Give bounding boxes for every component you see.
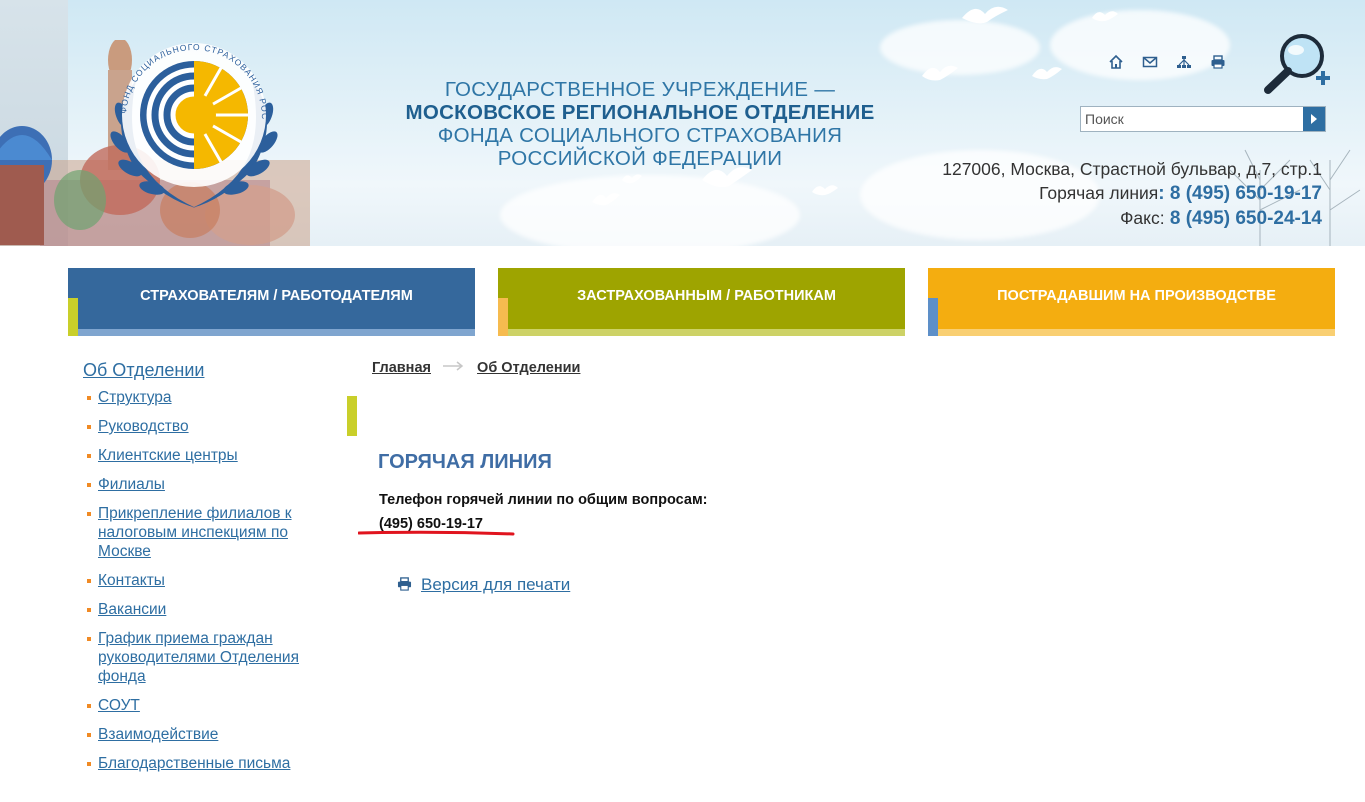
sidebar-item-thank-you-letters: Благодарственные письма <box>83 754 313 773</box>
sidebar-link[interactable]: СОУТ <box>98 697 140 714</box>
sidebar-item-cooperation: Взаимодействие <box>83 725 313 744</box>
category-underline <box>78 329 475 336</box>
hotline-info-label: Телефон горячей линии по общим вопросам: <box>379 492 708 508</box>
sidebar-item-structure: Структура <box>83 388 313 407</box>
category-injured-button[interactable]: ПОСТРАДАВШИМ НА ПРОИЗВОДСТВЕ <box>928 268 1335 336</box>
sidebar-item-tax-attachment: Прикрепление филиалов к налоговым инспек… <box>83 504 313 561</box>
sidebar-link[interactable]: Руководство <box>98 418 189 435</box>
sidebar-nav: Об Отделении Структура Руководство Клиен… <box>83 358 313 783</box>
printer-icon <box>397 577 412 591</box>
hotline-row: Горячая линия: 8 (495) 650-19-17 <box>942 181 1322 206</box>
category-accent <box>928 298 938 336</box>
arrow-right-icon <box>443 361 464 371</box>
search-form <box>1080 106 1326 132</box>
print-version-label: Версия для печати <box>421 575 571 594</box>
fax-phone: 8 (495) 650-24-14 <box>1164 208 1322 229</box>
fax-row: Факс: 8 (495) 650-24-14 <box>942 206 1322 231</box>
search-input[interactable] <box>1081 107 1301 131</box>
dove-icon <box>1032 67 1062 80</box>
dove-icon <box>622 174 642 184</box>
category-insured-button[interactable]: ЗАСТРАХОВАННЫМ / РАБОТНИКАМ <box>498 268 905 336</box>
dove-icon <box>592 193 620 206</box>
dove-icon <box>922 65 958 81</box>
sitemap-icon[interactable] <box>1176 54 1192 70</box>
hotline-label: Горячая линия <box>1039 183 1159 203</box>
red-underline-annotation <box>358 530 515 536</box>
mail-icon[interactable] <box>1142 54 1158 70</box>
category-employers-button[interactable]: СТРАХОВАТЕЛЯМ / РАБОТОДАТЕЛЯМ <box>68 268 475 336</box>
dove-icon <box>1092 11 1118 22</box>
sidebar-link[interactable]: Структура <box>98 389 172 406</box>
sidebar-list: Структура Руководство Клиентские центры … <box>83 388 313 773</box>
cloud <box>500 175 800 246</box>
sidebar-item-client-centers: Клиентские центры <box>83 446 313 465</box>
hotline-phone: : 8 (495) 650-19-17 <box>1158 183 1322 204</box>
org-title-line4: РОССИЙСКОЙ ФЕДЕРАЦИИ <box>497 147 783 170</box>
sidebar-item-reception-schedule: График приема граждан руководителями Отд… <box>83 629 313 686</box>
fax-label: Факс: <box>1120 208 1165 228</box>
address: 127006, Москва, Страстной бульвар, д.7, … <box>942 159 1322 179</box>
section-accent-bar <box>347 396 357 436</box>
utility-icons <box>1108 54 1226 70</box>
sidebar-link[interactable]: Благодарственные письма <box>98 755 290 772</box>
sidebar-item-branches: Филиалы <box>83 475 313 494</box>
sidebar-link[interactable]: Контакты <box>98 572 165 589</box>
breadcrumb-current-link[interactable]: Об Отделении <box>477 360 580 376</box>
header-contacts: 127006, Москва, Страстной бульвар, д.7, … <box>942 157 1322 231</box>
search-submit-button[interactable] <box>1303 107 1325 131</box>
dove-icon <box>812 185 838 196</box>
sidebar-link[interactable]: Прикрепление филиалов к налоговым инспек… <box>98 505 292 560</box>
breadcrumb: Главная Об Отделении <box>372 360 580 376</box>
print-icon[interactable] <box>1210 54 1226 70</box>
fss-emblem-logo: ФОНД СОЦИАЛЬНОГО СТРАХОВАНИЯ РОССИЙСКОЙ … <box>96 20 278 208</box>
category-underline <box>938 329 1335 336</box>
org-title-line1: ГОСУДАРСТВЕННОЕ УЧРЕЖДЕНИЕ — <box>444 78 836 101</box>
breadcrumb-home-link[interactable]: Главная <box>372 360 431 376</box>
sidebar-link[interactable]: Вакансии <box>98 601 166 618</box>
dove-icon <box>962 6 1008 24</box>
sidebar-link[interactable]: Филиалы <box>98 476 165 493</box>
sidebar-item-sout: СОУТ <box>83 696 313 715</box>
sidebar-title-link[interactable]: Об Отделении <box>83 358 313 382</box>
sidebar-link[interactable]: Взаимодействие <box>98 726 218 743</box>
sidebar-link[interactable]: График приема граждан руководителями Отд… <box>98 630 299 685</box>
sidebar-item-management: Руководство <box>83 417 313 436</box>
page-title: ГОРЯЧАЯ ЛИНИЯ <box>378 451 552 473</box>
org-title-line3: ФОНДА СОЦИАЛЬНОГО СТРАХОВАНИЯ <box>437 124 843 147</box>
sidebar-item-vacancies: Вакансии <box>83 600 313 619</box>
sidebar-item-contacts: Контакты <box>83 571 313 590</box>
category-label: ЗАСТРАХОВАННЫМ / РАБОТНИКАМ <box>577 288 836 304</box>
category-accent <box>498 298 508 336</box>
org-title-line2: МОСКОВСКОЕ РЕГИОНАЛЬНОЕ ОТДЕЛЕНИЕ <box>405 101 875 124</box>
category-accent <box>68 298 78 336</box>
zoom-in-icon[interactable] <box>1262 30 1330 96</box>
category-underline <box>508 329 905 336</box>
site-header: ФОНД СОЦИАЛЬНОГО СТРАХОВАНИЯ РОССИЙСКОЙ … <box>0 0 1365 246</box>
category-label: ПОСТРАДАВШИМ НА ПРОИЗВОДСТВЕ <box>997 288 1276 304</box>
organization-title: ГОСУДАРСТВЕННОЕ УЧРЕЖДЕНИЕ — МОСКОВСКОЕ … <box>380 78 900 170</box>
home-icon[interactable] <box>1108 54 1124 70</box>
sidebar-link[interactable]: Клиентские центры <box>98 447 238 464</box>
print-version-link[interactable]: Версия для печати <box>397 575 570 595</box>
category-label: СТРАХОВАТЕЛЯМ / РАБОТОДАТЕЛЯМ <box>140 288 413 304</box>
